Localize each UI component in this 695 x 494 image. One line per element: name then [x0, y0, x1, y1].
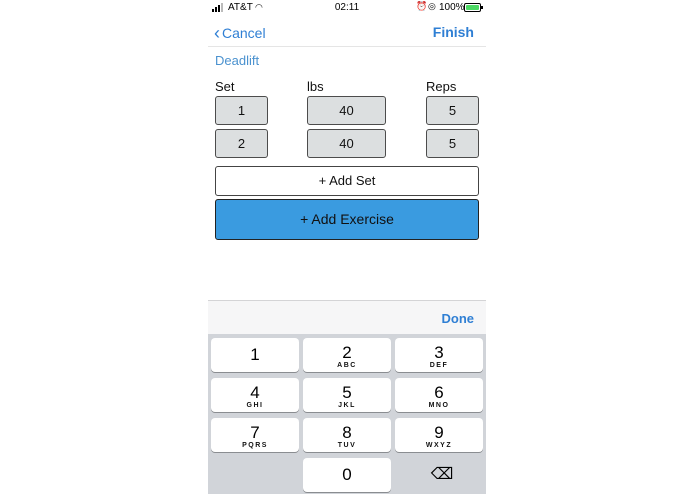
lbs-column-header: lbs: [307, 79, 324, 94]
add-exercise-button[interactable]: + Add Exercise: [215, 199, 479, 240]
alarm-icon: ⏰: [416, 1, 428, 11]
key-7[interactable]: 7 PQRS: [211, 418, 299, 452]
key-9[interactable]: 9 WXYZ: [395, 418, 483, 452]
finish-button[interactable]: Finish: [433, 24, 474, 40]
reps-column-header: Reps: [426, 79, 457, 94]
navigation-bar: ‹ Cancel Finish: [208, 16, 486, 47]
lbs-input[interactable]: 40: [307, 129, 386, 158]
orientation-lock-icon: ◎: [428, 1, 436, 11]
battery-icon: [464, 3, 483, 12]
key-letters: WXYZ: [425, 442, 453, 449]
key-number: 6: [434, 383, 444, 402]
key-1[interactable]: 1: [211, 338, 299, 372]
key-number: 1: [250, 345, 260, 364]
backspace-icon[interactable]: ⌫: [398, 458, 486, 492]
key-6[interactable]: 6 MNO: [395, 378, 483, 412]
battery-percent: 100%: [439, 2, 465, 13]
status-bar: AT&T ◠ 02:11 ⏰ ◎ 100%: [208, 0, 486, 14]
set-number-field[interactable]: 1: [215, 96, 268, 125]
key-0[interactable]: 0: [303, 458, 391, 492]
key-number: 3: [434, 343, 444, 362]
lbs-input[interactable]: 40: [307, 96, 386, 125]
key-letters: TUV: [337, 442, 357, 449]
set-column-header: Set: [215, 79, 235, 94]
key-letters: MNO: [428, 402, 450, 409]
key-number: 0: [342, 465, 352, 484]
key-number: 7: [250, 423, 260, 442]
key-4[interactable]: 4 GHI: [211, 378, 299, 412]
key-number: 9: [434, 423, 444, 442]
key-letters: GHI: [246, 402, 264, 409]
keyboard-accessory-bar: Done: [208, 300, 486, 335]
chevron-left-icon: ‹: [214, 23, 220, 43]
exercise-name[interactable]: Deadlift: [215, 53, 259, 68]
key-letters: JKL: [338, 402, 356, 409]
done-button[interactable]: Done: [442, 311, 475, 326]
key-2[interactable]: 2 ABC: [303, 338, 391, 372]
key-number: 4: [250, 383, 260, 402]
key-number: 5: [342, 383, 352, 402]
reps-input[interactable]: 5: [426, 129, 479, 158]
add-set-button[interactable]: + Add Set: [215, 166, 479, 196]
key-number: 8: [342, 423, 352, 442]
key-8[interactable]: 8 TUV: [303, 418, 391, 452]
key-letters: PQRS: [242, 442, 268, 449]
key-letters: DEF: [429, 362, 449, 369]
phone-screen: AT&T ◠ 02:11 ⏰ ◎ 100% ‹ Cancel Finish Dea…: [208, 0, 486, 494]
key-letters: ABC: [337, 362, 357, 369]
key-3[interactable]: 3 DEF: [395, 338, 483, 372]
set-number-field[interactable]: 2: [215, 129, 268, 158]
key-number: 2: [342, 343, 352, 362]
reps-input[interactable]: 5: [426, 96, 479, 125]
cancel-label: Cancel: [222, 25, 266, 41]
cancel-button[interactable]: ‹ Cancel: [214, 23, 266, 44]
key-5[interactable]: 5 JKL: [303, 378, 391, 412]
numeric-keypad: 1 2 ABC 3 DEF 4 GHI 5 JKL 6 MNO 7 PQRS 8…: [208, 334, 486, 494]
